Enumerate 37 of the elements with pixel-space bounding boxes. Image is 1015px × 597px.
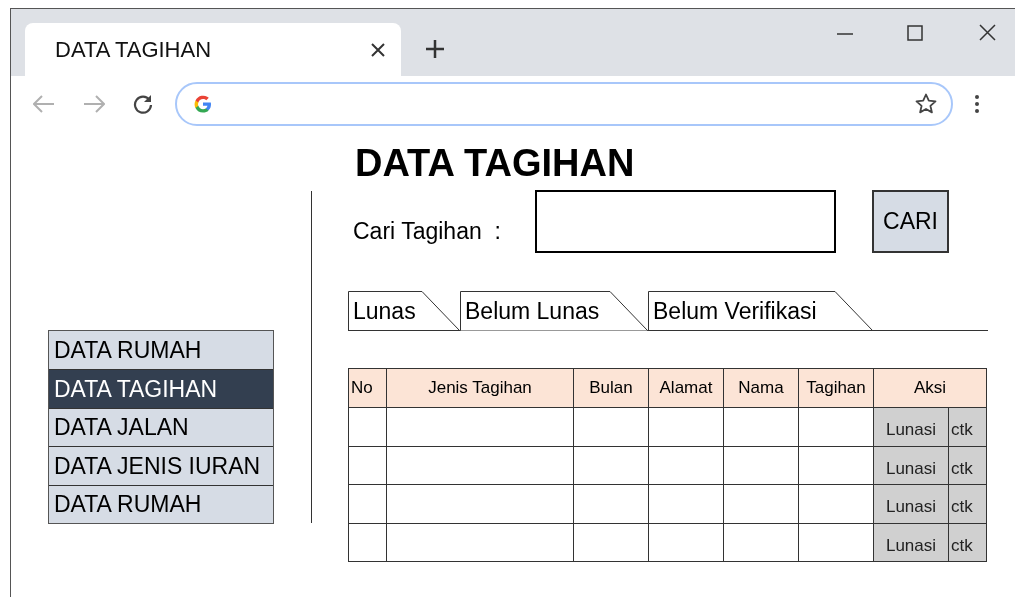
search-label: Cari Tagihan : bbox=[353, 217, 501, 246]
print-button[interactable]: ctk bbox=[949, 523, 986, 561]
tab-title: DATA TAGIHAN bbox=[55, 36, 213, 64]
pay-button[interactable]: Lunasi bbox=[874, 446, 948, 484]
column-header: Bulan bbox=[573, 368, 649, 408]
tab[interactable]: Belum Verifikasi bbox=[648, 291, 873, 331]
column-header: Alamat bbox=[648, 368, 724, 408]
pay-button[interactable]: Lunasi bbox=[874, 523, 948, 561]
column-header: No bbox=[348, 368, 387, 408]
column-header: Aksi bbox=[873, 368, 987, 408]
print-button[interactable]: ctk bbox=[949, 485, 986, 523]
print-button[interactable]: ctk bbox=[949, 408, 986, 446]
sidebar-item[interactable]: DATA JALAN bbox=[49, 407, 273, 447]
column-header: Jenis Tagihan bbox=[386, 368, 574, 408]
sidebar-item[interactable]: DATA JENIS IURAN bbox=[49, 446, 273, 485]
print-button[interactable]: ctk bbox=[949, 446, 986, 484]
reload-icon[interactable] bbox=[133, 94, 153, 114]
page-heading: DATA TAGIHAN bbox=[355, 141, 635, 186]
menu-icon[interactable] bbox=[975, 95, 979, 113]
sidebar-item[interactable]: DATA RUMAH bbox=[49, 331, 273, 370]
column-header: Nama bbox=[723, 368, 799, 408]
search-button[interactable]: CARI bbox=[872, 190, 949, 253]
close-icon[interactable] bbox=[371, 42, 385, 57]
pay-button[interactable]: Lunasi bbox=[874, 485, 948, 523]
sidebar-item[interactable]: DATA TAGIHAN bbox=[49, 369, 273, 408]
close-icon[interactable] bbox=[979, 24, 996, 41]
google-logo-icon bbox=[193, 94, 213, 114]
tab[interactable]: Belum Lunas bbox=[460, 291, 648, 332]
plus-icon[interactable] bbox=[425, 39, 445, 59]
column-header: Tagihan bbox=[798, 368, 874, 408]
star-icon[interactable] bbox=[915, 93, 937, 115]
sidebar-item[interactable]: DATA RUMAH bbox=[49, 484, 273, 523]
tab[interactable]: Lunas bbox=[348, 291, 460, 331]
pay-button[interactable]: Lunasi bbox=[874, 408, 948, 446]
browser-tab[interactable]: DATA TAGIHAN bbox=[25, 23, 401, 76]
maximize-icon[interactable] bbox=[907, 25, 923, 41]
search-field[interactable] bbox=[535, 190, 836, 253]
